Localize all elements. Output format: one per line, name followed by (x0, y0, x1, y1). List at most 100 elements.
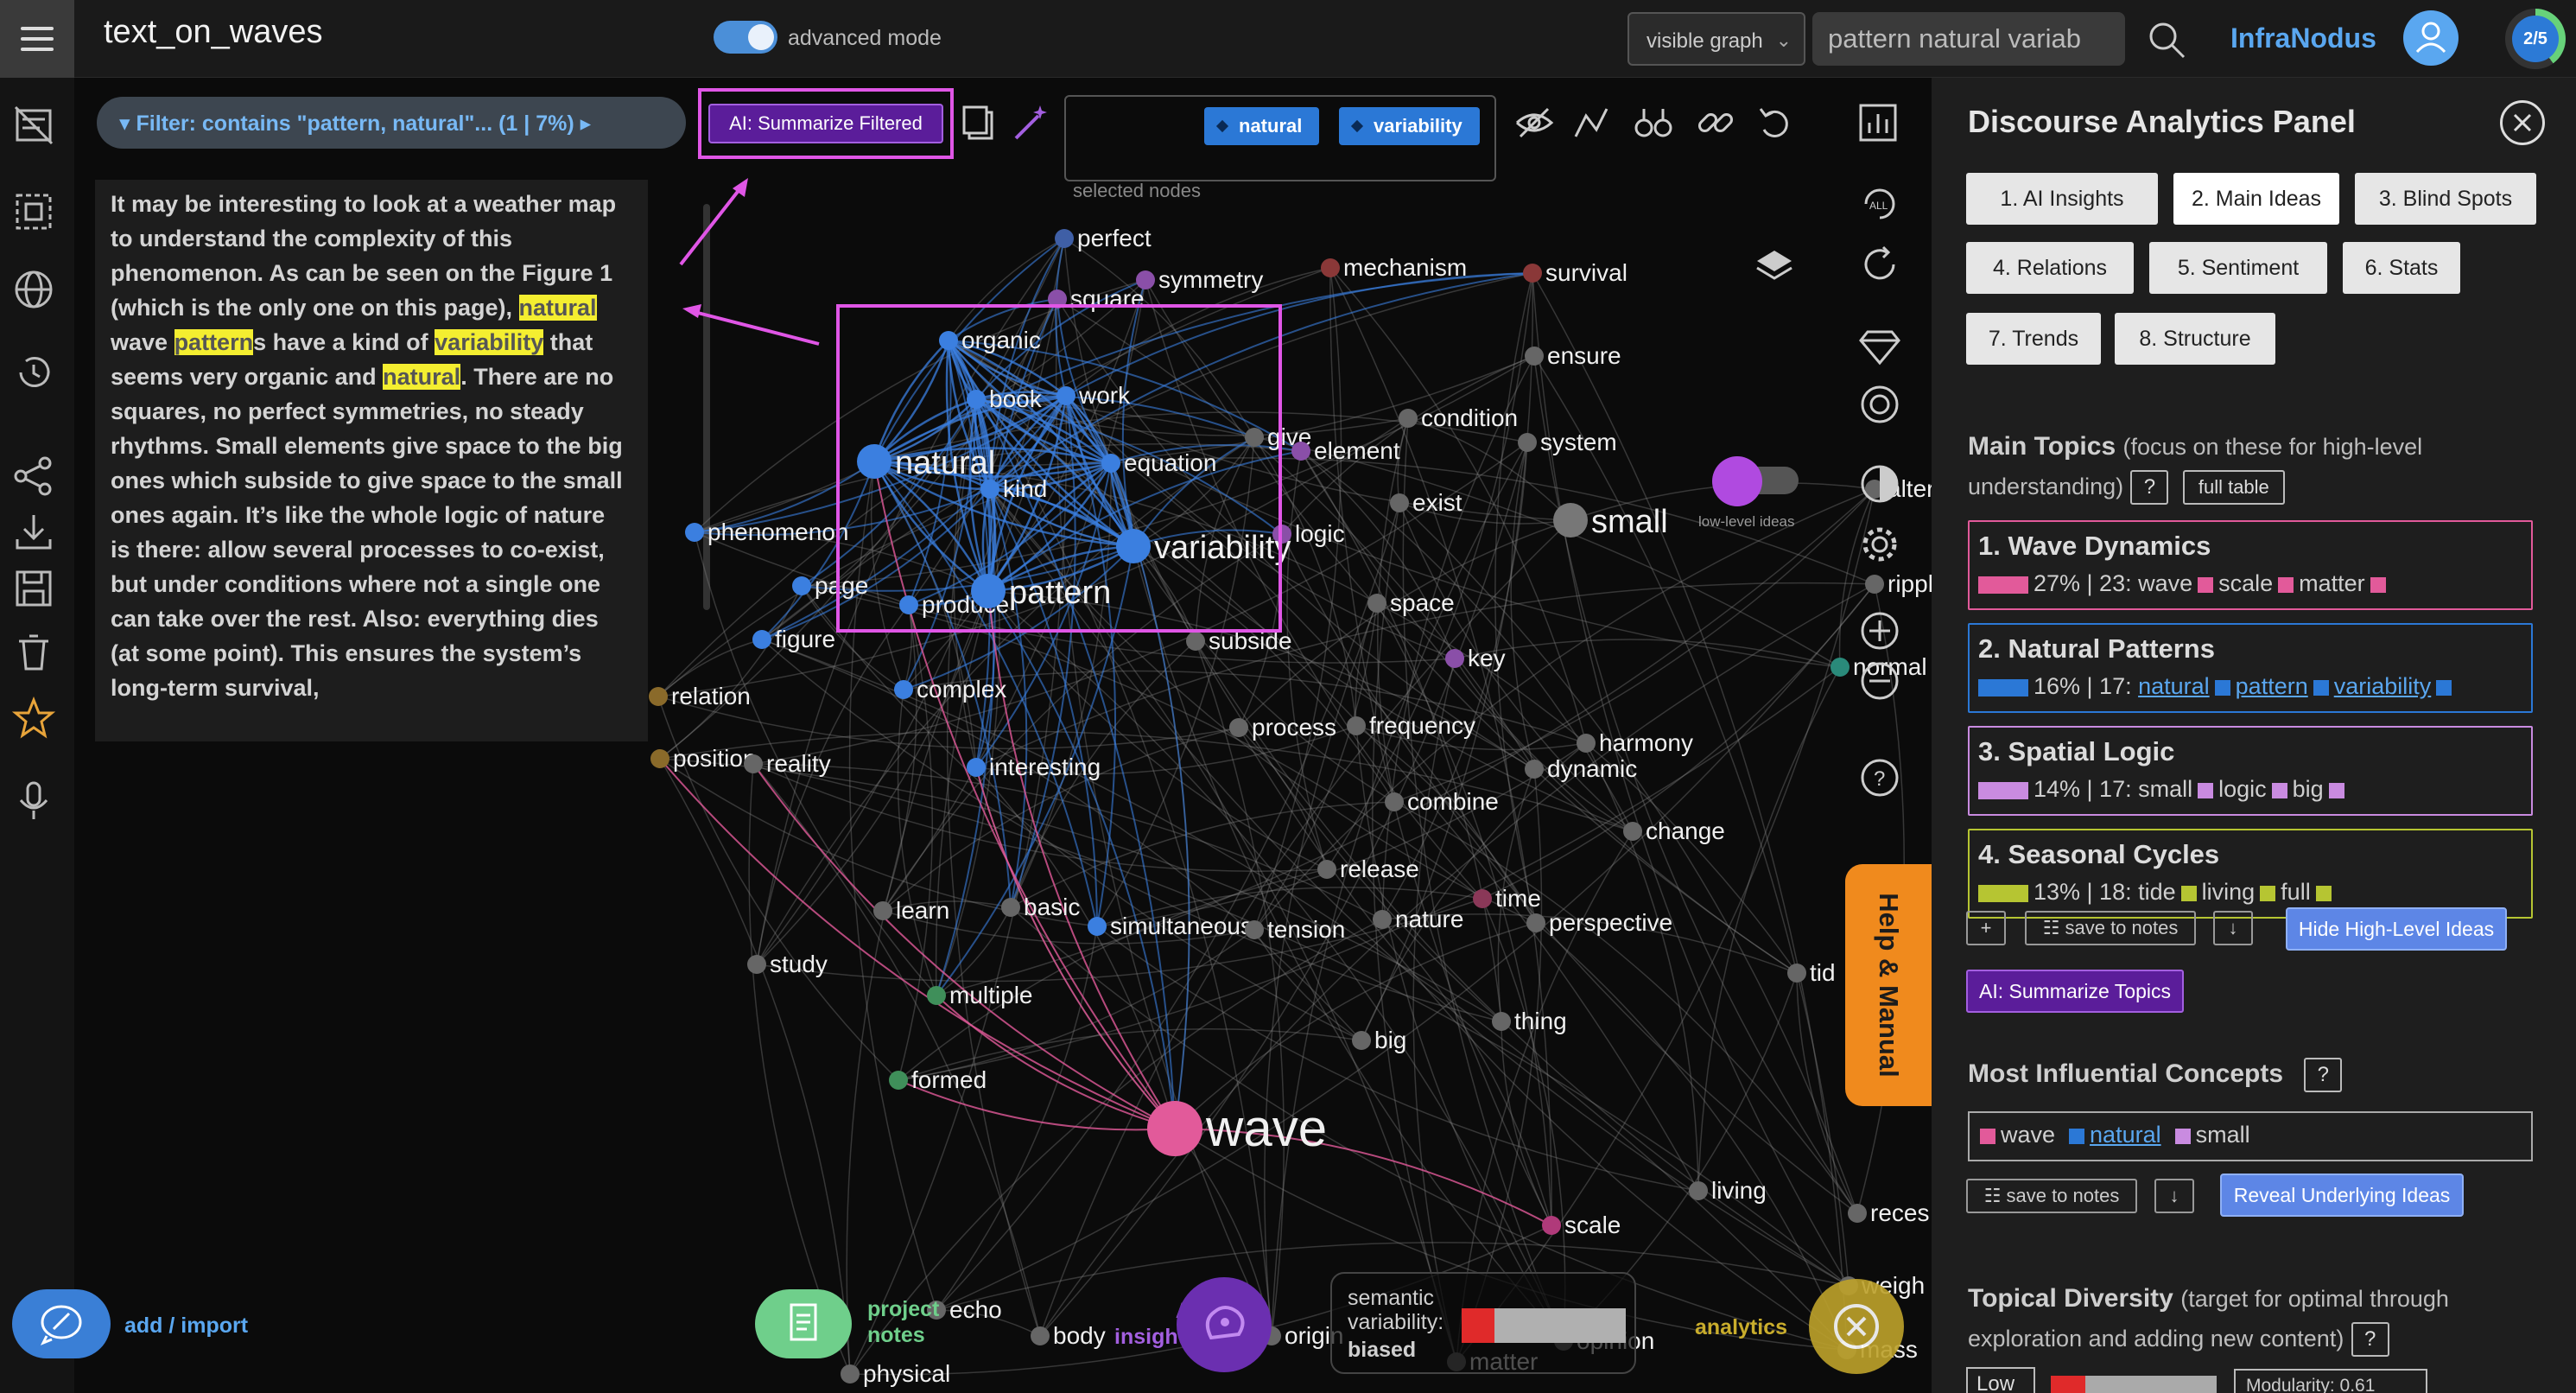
refresh-icon[interactable] (1859, 244, 1900, 285)
graph-node-position[interactable] (650, 749, 669, 768)
graph-node-label[interactable]: multiple (949, 982, 1032, 1008)
graph-node-exist[interactable] (1390, 493, 1409, 512)
graph-node-label[interactable]: symmetry (1158, 266, 1263, 293)
download-concepts-button[interactable]: ↓ (2154, 1179, 2194, 1213)
graph-node-label[interactable]: pattern (1009, 575, 1111, 611)
graph-node-relation[interactable] (649, 687, 668, 706)
graph-node-label[interactable]: dynamic (1547, 755, 1637, 782)
graph-node-subside[interactable] (1186, 632, 1205, 651)
graph-node-label[interactable]: interesting (989, 754, 1101, 780)
show-all-icon[interactable]: ALL (1859, 183, 1900, 225)
graph-node-process[interactable] (1229, 718, 1248, 737)
graph-node-label[interactable]: body (1053, 1322, 1106, 1349)
graph-node-label[interactable]: harmony (1599, 729, 1693, 756)
graph-node-label[interactable]: key (1468, 645, 1506, 671)
graph-node-book[interactable] (967, 390, 986, 409)
graph-node-figure[interactable] (752, 630, 771, 649)
tab-main-ideas[interactable]: 2. Main Ideas (2173, 173, 2339, 225)
reveal-underlying-ideas-button[interactable]: Reveal Underlying Ideas (2220, 1174, 2464, 1217)
tab-sentiment[interactable]: 5. Sentiment (2149, 242, 2327, 294)
graph-node-ensure[interactable] (1525, 347, 1544, 366)
tab-blind-spots[interactable]: 3. Blind Spots (2355, 173, 2536, 225)
low-level-ideas-toggle[interactable] (1712, 456, 1807, 506)
undo-icon[interactable] (1755, 102, 1797, 143)
graph-node-label[interactable]: complex (917, 676, 1006, 703)
topic-card[interactable]: 1. Wave Dynamics 27% | 23: wave scale matte… (1968, 520, 2533, 610)
tab-trends[interactable]: 7. Trends (1966, 313, 2101, 365)
topic-keyword[interactable]: big (2293, 776, 2324, 802)
hide-high-level-ideas-button[interactable]: Hide High-Level Ideas (2286, 907, 2507, 951)
topic-keyword[interactable]: wave (2138, 570, 2192, 596)
graph-node-label[interactable]: phenomenon (707, 518, 848, 545)
chart-icon[interactable] (1857, 102, 1899, 143)
graph-node-complex[interactable] (894, 680, 913, 699)
graph-node-equation[interactable] (1101, 454, 1120, 473)
project-notes-button[interactable] (755, 1289, 852, 1358)
tab-relations[interactable]: 4. Relations (1966, 242, 2134, 294)
tab-ai-insights[interactable]: 1. AI Insights (1966, 173, 2158, 225)
graph-node-label[interactable]: logic (1295, 520, 1345, 547)
graph-node-label[interactable]: wave (1205, 1099, 1327, 1157)
graph-node-basic[interactable] (1001, 898, 1020, 917)
graph-node-label[interactable]: reality (766, 750, 831, 777)
graph-node-label[interactable]: tension (1267, 916, 1345, 943)
graph-node-label[interactable]: small (1591, 504, 1668, 540)
graph-node-phenomenon[interactable] (685, 523, 704, 542)
graph-node-label[interactable]: simultaneous (1110, 913, 1253, 939)
topic-keyword[interactable]: matter (2299, 570, 2365, 596)
graph-node-label[interactable]: change (1646, 817, 1725, 844)
graph-node-page[interactable] (792, 576, 811, 595)
graph-node-tid[interactable] (1787, 964, 1806, 983)
target-icon[interactable] (1859, 384, 1900, 425)
layers-icon[interactable] (1754, 245, 1795, 287)
graph-node-label[interactable]: scale (1564, 1212, 1621, 1238)
graph-node-change[interactable] (1623, 822, 1642, 841)
contrast-icon[interactable] (1859, 463, 1900, 505)
user-avatar[interactable] (2403, 10, 2459, 66)
graph-node-interesting[interactable] (967, 758, 986, 777)
graph-node-living[interactable] (1689, 1181, 1708, 1200)
graph-node-label[interactable]: exist (1412, 489, 1462, 516)
hide-icon[interactable] (1513, 102, 1555, 143)
graph-node-physical[interactable] (841, 1364, 860, 1383)
graph-node-label[interactable]: release (1340, 856, 1419, 882)
graph-node-label[interactable]: physical (863, 1360, 950, 1387)
graph-node-label[interactable]: equation (1124, 449, 1216, 476)
full-table-button[interactable]: full table (2182, 470, 2285, 506)
tab-stats[interactable]: 6. Stats (2343, 242, 2460, 294)
graph-node-produce[interactable] (899, 595, 918, 614)
topic-card[interactable]: 3. Spatial Logic 14% | 17: small logic big (1968, 726, 2533, 816)
graph-node-time[interactable] (1473, 889, 1492, 908)
graph-node-label[interactable]: figure (775, 626, 835, 652)
graph-node-natural[interactable] (857, 444, 891, 479)
graph-node-label[interactable]: variability (1154, 530, 1291, 566)
graph-node-label[interactable]: basic (1024, 894, 1080, 920)
graph-node-label[interactable]: frequency (1369, 712, 1475, 739)
graph-node-label[interactable]: book (989, 385, 1043, 412)
graph-node-label[interactable]: natural (895, 445, 995, 481)
graph-node-scale[interactable] (1542, 1216, 1561, 1235)
diversity-help-button[interactable]: ? (2351, 1322, 2389, 1358)
panel-close-button[interactable] (2500, 100, 2545, 145)
topic-keyword[interactable]: living (2202, 879, 2256, 905)
zoom-out-icon[interactable] (1859, 660, 1900, 702)
graph-node-tension[interactable] (1245, 920, 1264, 939)
graph-node-variability[interactable] (1116, 529, 1151, 563)
graph-node-label[interactable]: process (1252, 714, 1336, 741)
graph-node-element[interactable] (1291, 442, 1310, 461)
zoom-in-icon[interactable] (1859, 610, 1900, 652)
graph-node-dynamic[interactable] (1525, 760, 1544, 779)
graph-node-formed[interactable] (889, 1071, 908, 1090)
topic-keyword[interactable]: pattern (2236, 673, 2308, 699)
analytics-close-button[interactable] (1809, 1279, 1904, 1374)
binoculars-icon[interactable] (1633, 102, 1674, 143)
graph-node-label[interactable]: time (1495, 885, 1541, 912)
topic-card[interactable]: 2. Natural Patterns 16% | 17: natural patt… (1968, 623, 2533, 713)
graph-node-condition[interactable] (1399, 409, 1418, 428)
graph-node-nature[interactable] (1373, 910, 1392, 929)
graph-node-learn[interactable] (873, 901, 892, 920)
topic-keyword[interactable]: scale (2218, 570, 2273, 596)
graph-node-label[interactable]: reces (1870, 1199, 1929, 1226)
graph-node-work[interactable] (1056, 386, 1075, 405)
topic-keyword[interactable]: natural (2138, 673, 2210, 699)
